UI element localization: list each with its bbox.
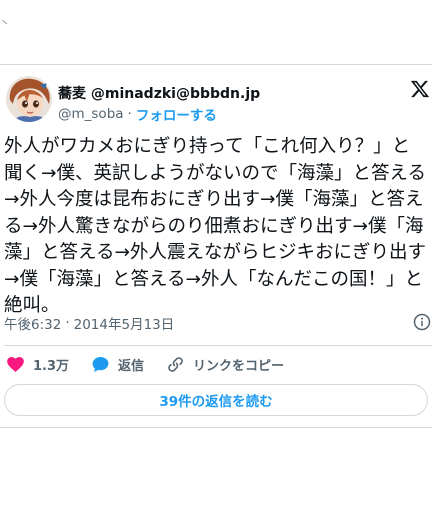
divider: [4, 345, 432, 346]
author-name-row: 蕎麦 @minadzki@bbbdn.jp: [58, 83, 260, 103]
tweet-card[interactable]: 蕎麦 @minadzki@bbbdn.jp @m_soba · フォローする 外…: [0, 64, 432, 428]
info-icon[interactable]: [413, 313, 431, 331]
read-replies-button[interactable]: 39件の返信を読む: [4, 384, 428, 416]
tweet-text: 外人がワカメおにぎり持って「これ何入り？」と聞く→僕、英訳しようがないので「海藻…: [4, 136, 426, 316]
copy-link-label: リンクをコピー: [193, 358, 285, 374]
avatar[interactable]: [6, 76, 52, 122]
author-handle-row: @m_soba · フォローする: [58, 104, 217, 124]
tweet-timestamp[interactable]: 午後6:32 · 2014年5月13日: [4, 313, 174, 333]
timestamp-separator: ·: [65, 315, 70, 331]
corner-mark-icon: [2, 20, 7, 24]
follow-button[interactable]: フォローする: [136, 104, 217, 124]
like-button[interactable]: 1.3万: [6, 355, 69, 374]
heart-icon: [7, 356, 24, 372]
handle-separator: ·: [127, 106, 132, 122]
author-handle[interactable]: @m_soba: [58, 106, 124, 122]
author-display-name[interactable]: 蕎麦 @minadzki@bbbdn.jp: [58, 83, 260, 103]
reply-label: 返信: [118, 358, 145, 374]
tweet-time: 午後6:32: [4, 317, 62, 333]
link-icon: [168, 356, 183, 372]
reply-button[interactable]: 返信: [91, 355, 144, 374]
action-bar: 1.3万 返信 リンクをコピー: [6, 354, 306, 374]
avatar-image: [6, 76, 52, 122]
like-count: 1.3万: [33, 358, 70, 374]
reply-bubble-icon: [92, 356, 109, 372]
tweet-date: 2014年5月13日: [73, 317, 175, 333]
x-logo-icon[interactable]: [410, 79, 430, 99]
copy-link-button[interactable]: リンクをコピー: [166, 355, 284, 374]
